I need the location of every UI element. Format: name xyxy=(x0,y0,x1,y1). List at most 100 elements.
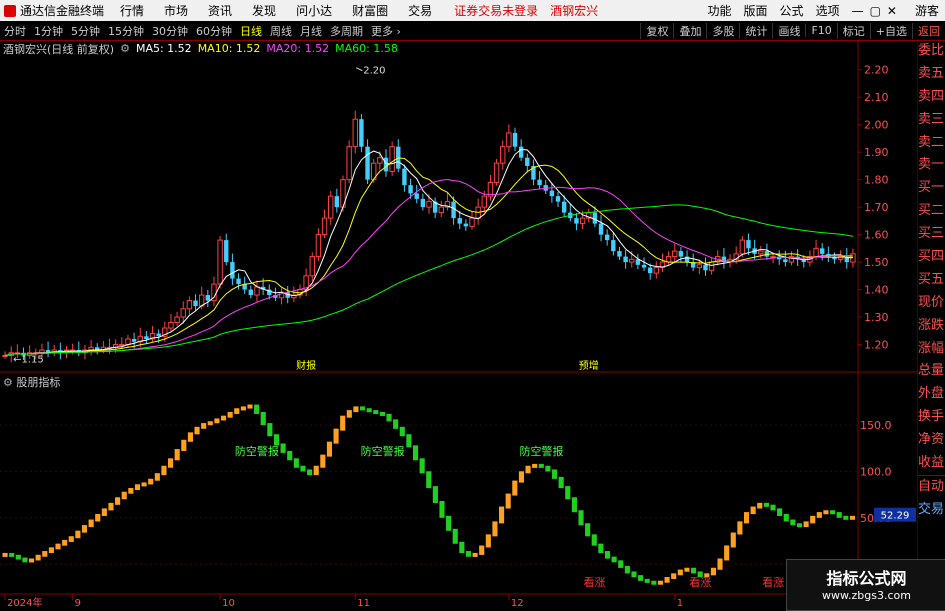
candle-body xyxy=(365,146,370,180)
indicator-bar xyxy=(134,484,141,490)
indicator-bar xyxy=(737,521,743,535)
indicator-signal: 看涨 xyxy=(762,575,784,589)
settings-icon[interactable]: ⚙ xyxy=(3,376,13,389)
indicator-bar xyxy=(399,426,405,437)
indicator-signal: 防空警报 xyxy=(361,444,405,458)
side-item-maisan[interactable]: 卖三 xyxy=(918,109,945,132)
candle-body xyxy=(678,251,684,257)
indicator-bar xyxy=(88,519,94,528)
indicator-bar xyxy=(128,488,134,494)
indicator-bar xyxy=(55,543,61,550)
side-item-zhangfu[interactable]: 涨幅 xyxy=(918,338,945,361)
side-item-xianjia[interactable]: 现价 xyxy=(918,292,945,315)
indicator-bar xyxy=(75,530,81,539)
side-item-jingzi[interactable]: 净资 xyxy=(918,429,945,452)
price-tick-label: 1.70 xyxy=(864,201,889,214)
indicator-bar xyxy=(174,449,180,461)
candle-body xyxy=(746,240,751,249)
price-chart[interactable]: 2.20 2.10 2.00 1.90 1.80 1.70 1.60 1.50 1.40 1.30… xyxy=(0,0,918,609)
candle-body xyxy=(813,247,819,258)
candle-body xyxy=(525,157,530,166)
candle-body xyxy=(623,256,628,263)
side-item-shouyi[interactable]: 收益 xyxy=(918,452,945,475)
time-tick-label: 9 xyxy=(75,598,81,609)
indicator-bar xyxy=(446,515,452,531)
indicator-bar xyxy=(35,554,41,561)
indicator-bar xyxy=(260,411,266,426)
candle-body xyxy=(518,146,524,158)
side-item-maisi[interactable]: 卖四 xyxy=(918,86,945,109)
indicator-bar xyxy=(62,539,68,546)
indicator-bar xyxy=(743,512,750,524)
indicator-bar xyxy=(505,493,511,509)
indicator-bar xyxy=(214,418,220,424)
candle-body xyxy=(193,300,198,307)
indicator-bar xyxy=(585,523,591,537)
indicator-bar xyxy=(777,508,783,516)
side-item-zhangdie[interactable]: 涨跌 xyxy=(918,315,945,338)
candle-body xyxy=(820,248,825,254)
side-item-buy5[interactable]: 买五 xyxy=(918,269,945,292)
high-pointer xyxy=(356,67,363,72)
candle-body xyxy=(641,264,647,268)
indicator-bar xyxy=(48,547,54,554)
indicator-bar xyxy=(604,551,611,559)
candle-body xyxy=(611,240,616,252)
candle-body xyxy=(481,195,487,208)
ma-line-ma60 xyxy=(4,204,853,356)
side-item-buy3[interactable]: 买三 xyxy=(918,223,945,246)
side-item-waipan[interactable]: 外盘 xyxy=(918,383,945,406)
indicator-bar xyxy=(379,411,385,416)
candle-body xyxy=(469,217,475,227)
indicator-bar xyxy=(15,554,21,560)
candle-body xyxy=(186,300,193,310)
indicator-bar xyxy=(81,525,88,533)
indicator-bar xyxy=(240,406,246,411)
indicator-bar xyxy=(671,573,677,580)
price-tick-label: 1.80 xyxy=(864,174,889,187)
side-item-maier[interactable]: 卖二 xyxy=(918,132,945,155)
side-item-zidong[interactable]: 自动 xyxy=(918,474,945,499)
indicator-bar xyxy=(234,408,240,414)
indicator-bar xyxy=(591,534,597,546)
candle-body xyxy=(420,198,426,208)
side-item-buy1[interactable]: 买一 xyxy=(918,177,945,200)
indicator-bar xyxy=(419,458,425,474)
side-item-maiyi[interactable]: 卖一 xyxy=(918,154,945,177)
side-item-zongliang[interactable]: 总量 xyxy=(918,360,945,383)
indicator-bar xyxy=(28,558,35,563)
indicator-bar xyxy=(816,512,822,518)
candle-body xyxy=(617,251,622,257)
indicator-bar xyxy=(677,569,683,576)
candle-body xyxy=(321,217,328,236)
candle-body xyxy=(144,336,149,340)
price-tick-label: 1.30 xyxy=(864,311,889,324)
side-item-buy2[interactable]: 买二 xyxy=(918,200,945,223)
candle-body xyxy=(236,278,241,285)
time-tick-label: 1 xyxy=(677,598,683,609)
candle-body xyxy=(383,157,389,172)
indicator-bar xyxy=(459,541,465,554)
ma-line-ma5 xyxy=(4,148,853,356)
indicator-bar xyxy=(518,471,524,483)
candle-body xyxy=(506,132,512,148)
side-item-maiwu[interactable]: 卖五 xyxy=(918,63,945,86)
candle-body xyxy=(604,234,610,241)
side-item-weibi[interactable]: 委比 xyxy=(918,40,945,63)
indicator-bar xyxy=(95,513,101,522)
indicator-bar xyxy=(803,521,809,528)
indicator-bar xyxy=(181,439,187,452)
indicator-bar xyxy=(532,463,538,468)
indicator-bar xyxy=(108,502,114,511)
indicator-bar xyxy=(121,491,127,500)
indicator-signal: 防空警报 xyxy=(235,444,279,458)
indicator-bar xyxy=(406,434,412,448)
side-item-huanshou[interactable]: 换手 xyxy=(918,406,945,429)
candle-body xyxy=(224,240,229,263)
side-item-buy4[interactable]: 买四 xyxy=(918,246,945,269)
side-item-jiaoyi[interactable]: 交易 xyxy=(918,499,945,522)
indicator-bar xyxy=(168,458,174,468)
indicator-bar xyxy=(512,480,518,496)
indicator-bar xyxy=(412,445,419,461)
indicator-bar xyxy=(730,532,736,548)
